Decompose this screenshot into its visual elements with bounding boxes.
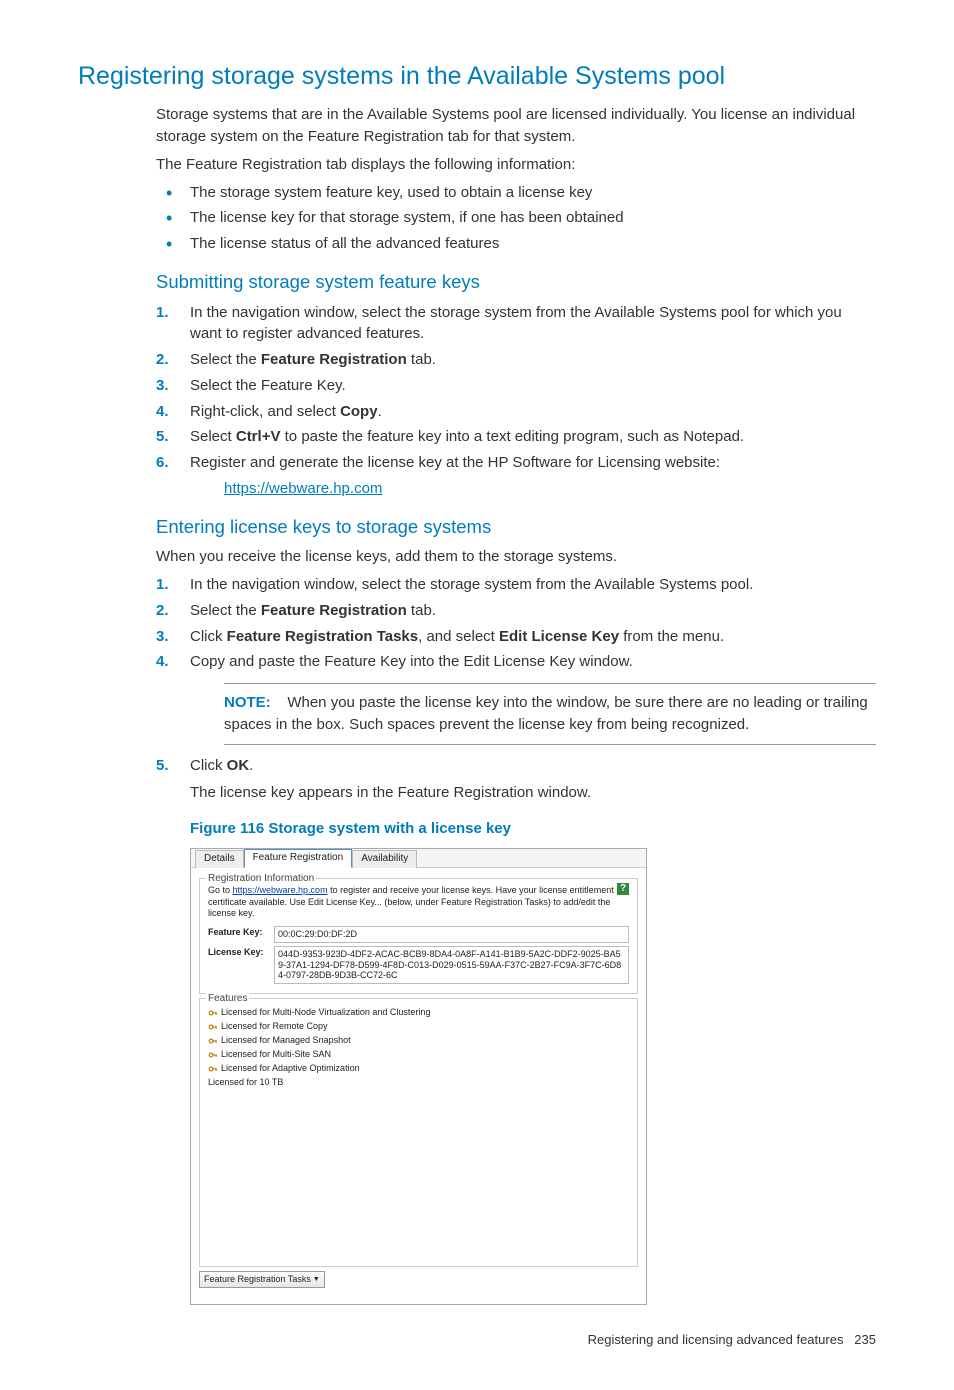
enter-intro: When you receive the license keys, add t… bbox=[156, 546, 876, 568]
webware-link[interactable]: https://webware.hp.com bbox=[224, 480, 382, 497]
tab-details[interactable]: Details bbox=[195, 850, 244, 868]
feature-key-value[interactable]: 00:0C:29:D0:DF:2D bbox=[274, 926, 629, 943]
step: Right-click, and select Copy. bbox=[156, 401, 876, 423]
step: In the navigation window, select the sto… bbox=[156, 574, 876, 596]
license-key-value[interactable]: 044D-9353-923D-4DF2-ACAC-BCB9-8DA4-0A8F-… bbox=[274, 946, 629, 984]
fieldset-legend: Features bbox=[206, 992, 249, 1007]
section-heading: Registering storage systems in the Avail… bbox=[78, 58, 876, 94]
feature-item: Licensed for Adaptive Optimization bbox=[208, 1062, 629, 1075]
tab-availability[interactable]: Availability bbox=[352, 850, 417, 868]
subheading-enter: Entering license keys to storage systems bbox=[156, 514, 876, 541]
fieldset-legend: Registration Information bbox=[206, 872, 316, 887]
info-list: The storage system feature key, used to … bbox=[156, 182, 876, 255]
key-icon bbox=[208, 1050, 218, 1060]
subheading-submit: Submitting storage system feature keys bbox=[156, 269, 876, 296]
chevron-down-icon: ▼ bbox=[313, 1275, 320, 1285]
feature-item: Licensed for Managed Snapshot bbox=[208, 1034, 629, 1047]
step: Select the Feature Registration tab. bbox=[156, 349, 876, 371]
step-followup: The license key appears in the Feature R… bbox=[190, 782, 876, 804]
bullet-item: The license status of all the advanced f… bbox=[156, 233, 876, 255]
intro-p2: The Feature Registration tab displays th… bbox=[156, 154, 876, 176]
key-icon bbox=[208, 1022, 218, 1032]
note-label: NOTE: bbox=[224, 694, 271, 711]
step: Register and generate the license key at… bbox=[156, 452, 876, 500]
license-key-label: License Key: bbox=[208, 946, 268, 959]
webware-link-inshot[interactable]: https://webware.hp.com bbox=[233, 885, 328, 895]
feature-item: Licensed for Remote Copy bbox=[208, 1020, 629, 1033]
key-icon bbox=[208, 1064, 218, 1074]
bullet-item: The storage system feature key, used to … bbox=[156, 182, 876, 204]
step: Select the Feature Registration tab. bbox=[156, 600, 876, 622]
step: In the navigation window, select the sto… bbox=[156, 302, 876, 346]
registration-info-fieldset: Registration Information ? Go to https:/… bbox=[199, 878, 638, 994]
feature-key-label: Feature Key: bbox=[208, 926, 268, 939]
page-footer: Registering and licensing advanced featu… bbox=[78, 1331, 876, 1350]
step: Click OK. The license key appears in the… bbox=[156, 755, 876, 805]
key-icon bbox=[208, 1008, 218, 1018]
key-icon bbox=[208, 1036, 218, 1046]
help-icon[interactable]: ? bbox=[617, 883, 629, 895]
bullet-item: The license key for that storage system,… bbox=[156, 207, 876, 229]
figure-caption: Figure 116 Storage system with a license… bbox=[190, 818, 876, 840]
registration-instructions: Go to https://webware.hp.com to register… bbox=[208, 885, 629, 920]
feature-item: Licensed for Multi-Site SAN bbox=[208, 1048, 629, 1061]
note-box: NOTE: When you paste the license key int… bbox=[224, 683, 876, 745]
intro-p1: Storage systems that are in the Availabl… bbox=[156, 104, 876, 148]
steps-enter: In the navigation window, select the sto… bbox=[156, 574, 876, 804]
feature-registration-tasks-button[interactable]: Feature Registration Tasks ▼ bbox=[199, 1271, 325, 1288]
feature-item: Licensed for Multi-Node Virtualization a… bbox=[208, 1006, 629, 1019]
step: Copy and paste the Feature Key into the … bbox=[156, 651, 876, 744]
features-fieldset: Features Licensed for Multi-Node Virtual… bbox=[199, 998, 638, 1267]
tab-feature-registration[interactable]: Feature Registration bbox=[244, 849, 353, 868]
step: Click Feature Registration Tasks, and se… bbox=[156, 626, 876, 648]
steps-submit: In the navigation window, select the sto… bbox=[156, 302, 876, 500]
feature-capacity: Licensed for 10 TB bbox=[208, 1076, 629, 1089]
step: Select the Feature Key. bbox=[156, 375, 876, 397]
embedded-screenshot: Details Feature Registration Availabilit… bbox=[190, 848, 647, 1306]
note-text: When you paste the license key into the … bbox=[224, 694, 868, 733]
tab-bar: Details Feature Registration Availabilit… bbox=[191, 849, 646, 868]
step: Select Ctrl+V to paste the feature key i… bbox=[156, 426, 876, 448]
